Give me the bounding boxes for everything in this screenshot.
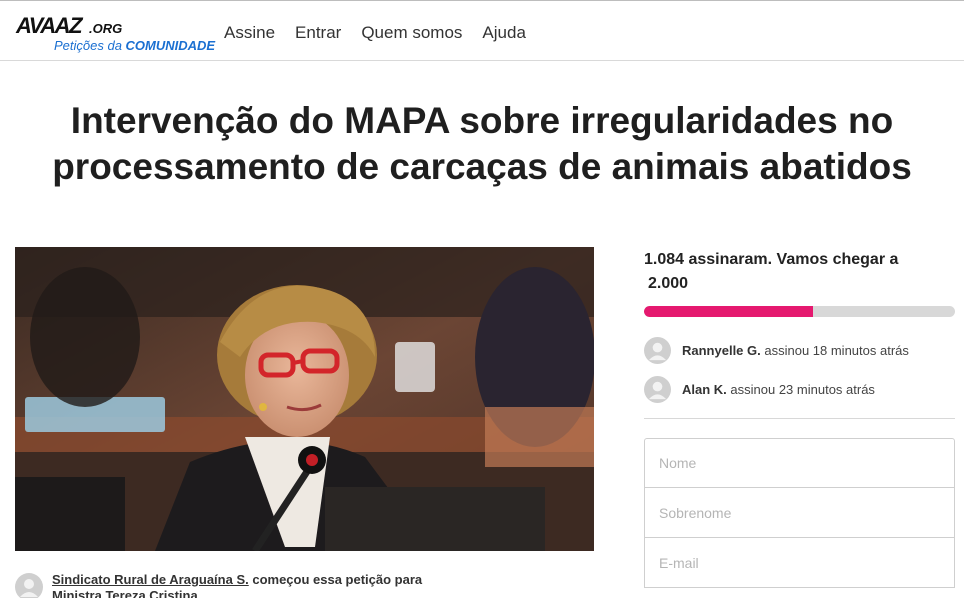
petition-photo-illustration (15, 247, 594, 551)
signer-name: Alan K. (682, 382, 727, 397)
signature-progress-bar (644, 306, 955, 317)
site-header: AVAAZ .ORG Petições da COMUNIDADE Assine… (0, 5, 964, 61)
recent-signer: Rannyelle G. assinou 18 minutos atrás (644, 329, 956, 368)
petition-title-line1: Intervenção do MAPA sobre irregularidade… (70, 100, 894, 141)
avaaz-logo[interactable]: AVAAZ .ORG Petições da COMUNIDADE (16, 13, 215, 57)
signer-line: Alan K. assinou 23 minutos atrás (682, 382, 875, 397)
starter-avatar-icon (15, 573, 43, 598)
signature-sidebar: 1.084 assinaram. Vamos chegar a 2.000 Ra… (644, 248, 956, 419)
signer-action: assinou 23 minutos atrás (726, 382, 875, 397)
signature-form (644, 438, 955, 588)
petition-title: Intervenção do MAPA sobre irregularidade… (0, 98, 964, 190)
signer-name: Rannyelle G. (682, 343, 761, 358)
nav-assine[interactable]: Assine (224, 23, 275, 43)
email-field[interactable] (644, 538, 955, 588)
nav-quem-somos[interactable]: Quem somos (361, 23, 462, 43)
logo-suffix: .ORG (89, 21, 123, 36)
signature-progress-fill (644, 306, 813, 317)
starter-text: Sindicato Rural de Araguaína S. começou … (52, 572, 422, 598)
petition-target: Ministra Tereza Cristina (52, 588, 198, 598)
signer-avatar-icon (644, 376, 671, 403)
logo-tagline-bold: COMUNIDADE (125, 38, 216, 53)
first-name-field[interactable] (644, 438, 955, 488)
nav-ajuda[interactable]: Ajuda (482, 23, 525, 43)
petition-starter: Sindicato Rural de Araguaína S. começou … (15, 572, 595, 598)
starter-name-link[interactable]: Sindicato Rural de Araguaína S. (52, 572, 249, 587)
starter-action: começou essa petição para (248, 572, 423, 587)
last-name-field[interactable] (644, 488, 955, 538)
signature-count-text: 1.084 assinaram. Vamos chegar a (644, 251, 899, 268)
signer-action: assinou 18 minutos atrás (760, 343, 909, 358)
petition-photo (15, 247, 594, 551)
sidebar-divider (644, 418, 955, 419)
logo-tagline: Petições da COMUNIDADE (54, 38, 215, 53)
logo-tagline-prefix: Petições da (54, 38, 126, 53)
signature-goal: 2.000 (648, 275, 689, 292)
recent-signer: Alan K. assinou 23 minutos atrás (644, 368, 956, 407)
logo-wordmark: AVAAZ (16, 13, 83, 38)
signer-avatar-icon (644, 337, 671, 364)
signer-line: Rannyelle G. assinou 18 minutos atrás (682, 343, 909, 358)
signature-count: 1.084 assinaram. Vamos chegar a 2.000 (644, 248, 956, 296)
main-nav: Assine Entrar Quem somos Ajuda (224, 23, 526, 43)
petition-title-line2: processamento de carcaças de animais aba… (52, 146, 912, 187)
nav-entrar[interactable]: Entrar (295, 23, 341, 43)
